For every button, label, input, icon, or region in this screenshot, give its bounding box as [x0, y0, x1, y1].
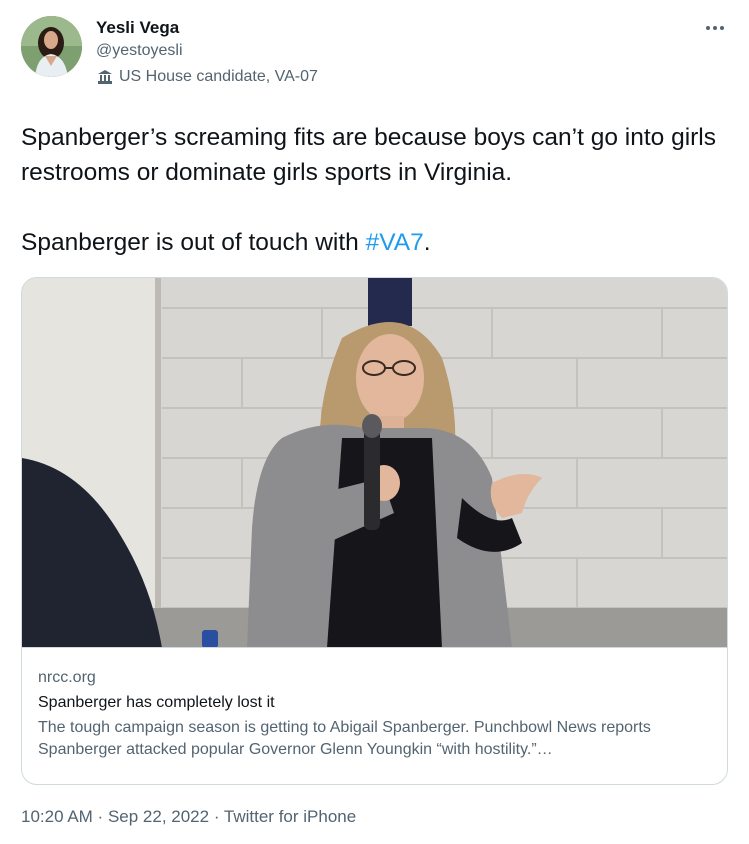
avatar[interactable]: [21, 16, 82, 77]
affiliation-label: US House candidate, VA-07: [96, 67, 318, 87]
handle[interactable]: @yestoyesli: [96, 41, 318, 61]
tweet: Yesli Vega @yestoyesli US House candidat…: [0, 0, 749, 844]
government-building-icon: [96, 68, 114, 86]
tweet-date[interactable]: Sep 22, 2022: [108, 807, 209, 826]
tweet-paragraph-2-prefix: Spanberger is out of touch with: [21, 229, 366, 256]
card-title: Spanberger has completely lost it: [38, 694, 275, 711]
tweet-paragraph-1: Spanberger’s screaming fits are because …: [21, 124, 716, 186]
tweet-time[interactable]: 10:20 AM: [21, 807, 93, 826]
meta-separator-2: ·: [209, 807, 224, 826]
author-block: Yesli Vega @yestoyesli US House candidat…: [96, 16, 318, 87]
affiliation-label-text: US House candidate, VA-07: [119, 68, 318, 85]
meta-separator: ·: [92, 807, 108, 826]
tweet-text: Spanberger’s screaming fits are because …: [21, 120, 731, 260]
link-card[interactable]: nrcc.org Spanberger has completely lost …: [21, 277, 728, 785]
tweet-metadata: 10:20 AM · Sep 22, 2022 · Twitter for iP…: [21, 806, 356, 828]
card-image[interactable]: [22, 278, 727, 648]
card-meta: nrcc.org Spanberger has completely lost …: [38, 667, 718, 761]
display-name[interactable]: Yesli Vega: [96, 16, 318, 40]
more-options-icon[interactable]: [703, 18, 727, 38]
hashtag-link[interactable]: #VA7: [366, 229, 424, 256]
tweet-paragraph-2: Spanberger is out of touch with #VA7.: [21, 225, 731, 260]
card-description: The tough campaign season is getting to …: [38, 719, 651, 758]
tweet-paragraph-2-suffix: .: [423, 229, 431, 256]
tweet-source[interactable]: Twitter for iPhone: [224, 807, 356, 826]
card-domain: nrcc.org: [38, 669, 96, 686]
